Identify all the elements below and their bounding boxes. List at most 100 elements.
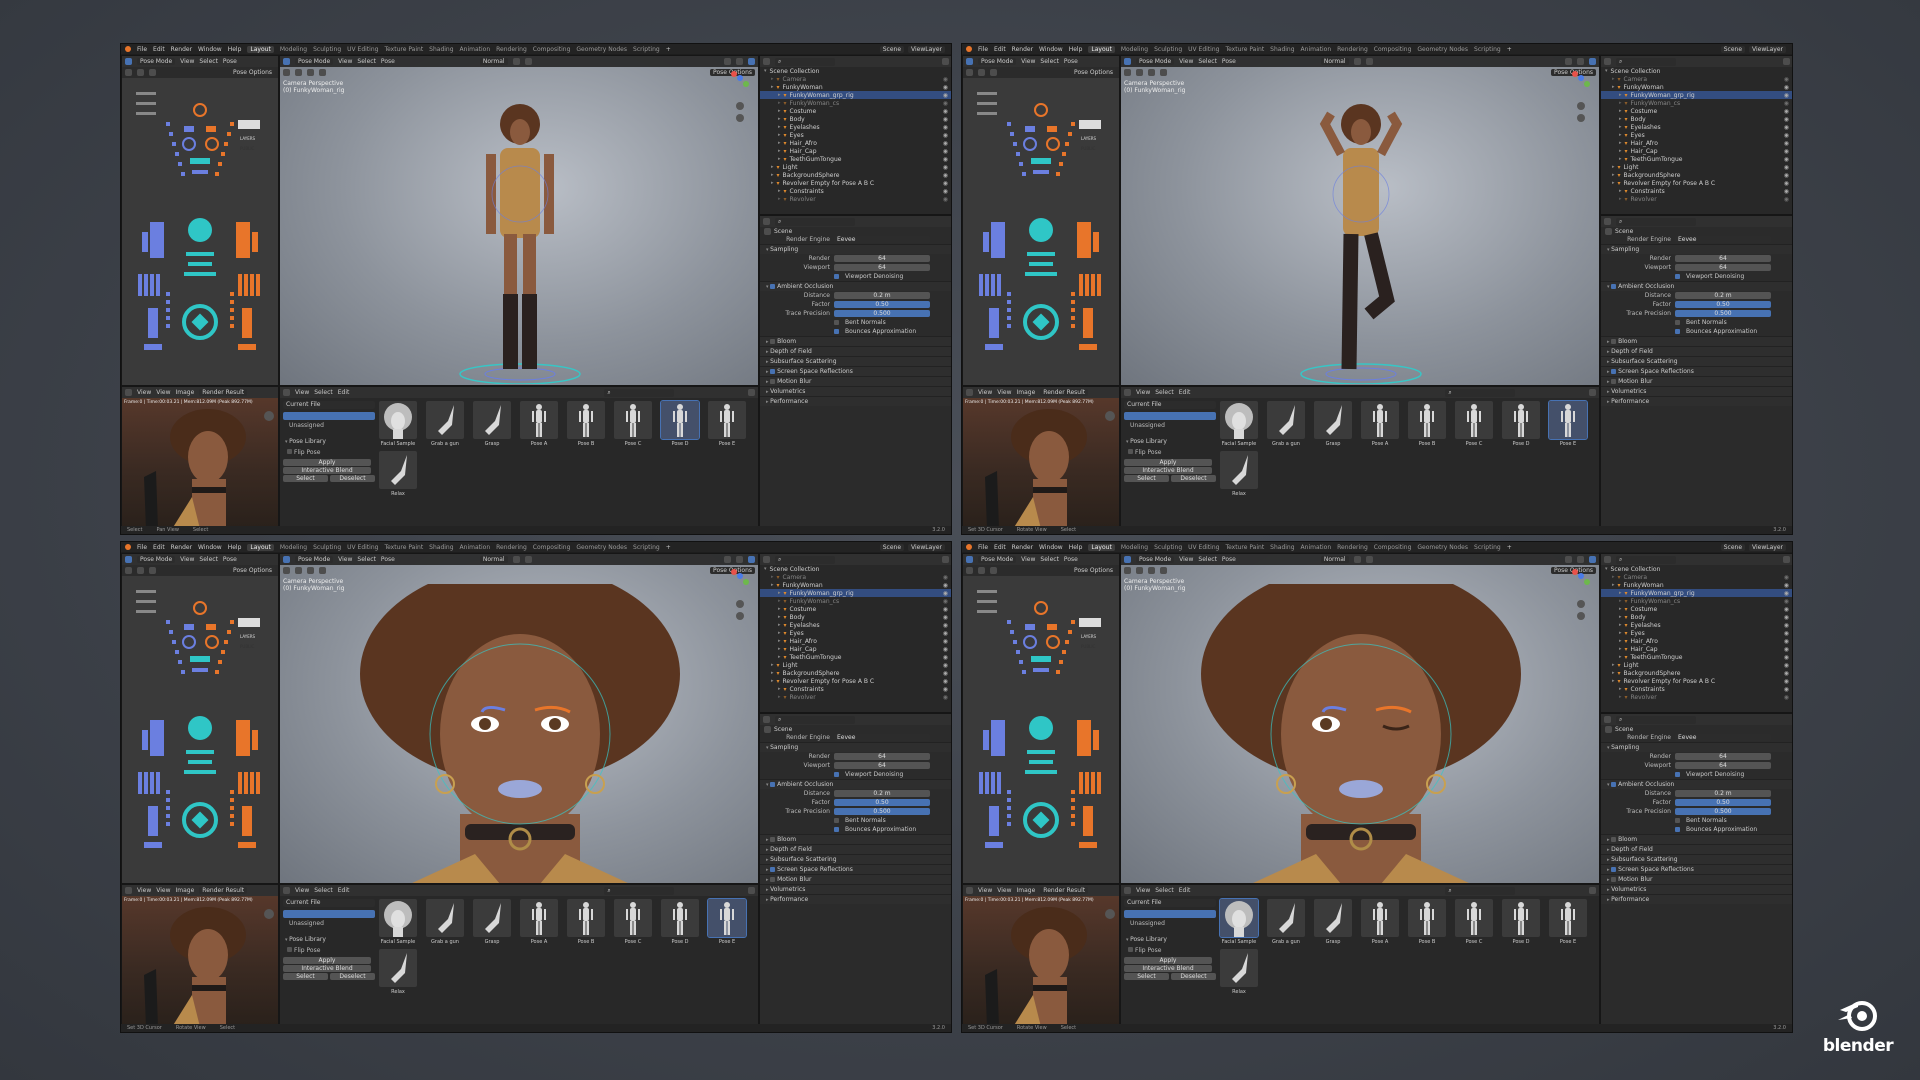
checkbox-checked[interactable] xyxy=(834,329,839,334)
workspace-tab-geometry-nodes[interactable]: Geometry Nodes xyxy=(576,46,627,53)
visibility-eye-icon[interactable]: ◉ xyxy=(943,670,951,677)
panel-header[interactable]: ▸ Motion Blur xyxy=(760,376,951,386)
pose-options-button[interactable]: Pose Options xyxy=(1071,567,1116,574)
checkbox-checked[interactable] xyxy=(1675,772,1680,777)
viewlayer-selector[interactable]: ViewLayer xyxy=(908,543,945,551)
character-model[interactable] xyxy=(1241,84,1481,385)
editor-type-icon[interactable] xyxy=(966,556,973,563)
outliner-item[interactable]: ▸ ▾ BackgroundSphere ◉ xyxy=(1601,171,1792,179)
blender-menu-icon[interactable] xyxy=(966,46,972,52)
asset-thumbnail[interactable]: Facial Sample xyxy=(1219,401,1259,447)
menu-image[interactable]: Image xyxy=(176,887,195,894)
editor-type-icon[interactable] xyxy=(763,716,770,723)
tool-icon[interactable] xyxy=(295,567,302,574)
outliner[interactable]: ⌕ ▾ Scene Collection ▸ ▾ Camera ◉ ▸ ▾ FunkyWoman ◉… xyxy=(759,553,951,713)
apply-button[interactable]: Apply xyxy=(283,957,371,964)
outliner-item[interactable]: ▸ ▾ FunkyWoman_cs ◉ xyxy=(760,99,951,107)
outliner-item[interactable]: ▸ ▾ Light ◉ xyxy=(760,661,951,669)
asset-thumbnail[interactable]: Pose A xyxy=(1360,401,1400,447)
flip-pose-row[interactable]: Flip Pose xyxy=(1124,449,1216,456)
deselect-button[interactable]: Deselect xyxy=(330,475,375,482)
outliner-item[interactable]: ▸ ▾ FunkyWoman_grp_rig ◉ xyxy=(760,91,951,99)
viewlayer-selector[interactable]: ViewLayer xyxy=(1749,45,1786,53)
blender-menu-icon[interactable] xyxy=(125,544,131,550)
tool-icon[interactable] xyxy=(1136,567,1143,574)
properties-search[interactable]: ⌕ xyxy=(1616,715,1696,724)
menu-view[interactable]: View xyxy=(156,389,170,396)
asset-search[interactable]: ⌕ xyxy=(1445,388,1516,397)
menu-select[interactable]: Select xyxy=(314,887,333,894)
sampling-panel-header[interactable]: ▾ Sampling xyxy=(760,742,951,752)
workspace-tab-rendering[interactable]: Rendering xyxy=(1337,544,1368,551)
properties-editor[interactable]: ⌕ Scene Render Engine Eevee ▾ Sampling Render… xyxy=(759,713,951,1026)
outliner-item[interactable]: ▸ ▾ Costume ◉ xyxy=(760,107,951,115)
workspace-tab-layout[interactable]: Layout xyxy=(247,543,274,551)
outliner-item[interactable]: ▸ ▾ Eyes ◉ xyxy=(760,629,951,637)
visibility-eye-icon[interactable]: ◉ xyxy=(1784,100,1792,107)
workspace-tab-animation[interactable]: Animation xyxy=(1301,46,1332,53)
editor-type-icon[interactable] xyxy=(125,887,132,894)
outliner-item[interactable]: ▸ ▾ BackgroundSphere ◉ xyxy=(760,669,951,677)
navigation-gizmo[interactable] xyxy=(1569,68,1593,122)
outliner-item[interactable]: ▸ ▾ Light ◉ xyxy=(1601,661,1792,669)
distance-field[interactable]: 0.2 m xyxy=(1675,292,1771,299)
menu-view[interactable]: View xyxy=(997,389,1011,396)
bent-normals-row[interactable]: Bent Normals xyxy=(760,318,951,327)
visibility-eye-icon[interactable]: ◉ xyxy=(943,582,951,589)
menu-pose[interactable]: Pose xyxy=(381,556,395,563)
select-button[interactable]: Select xyxy=(1124,475,1169,482)
outliner-item[interactable]: ▸ ▾ TeethGumTongue ◉ xyxy=(1601,155,1792,163)
panel-header[interactable]: ▸ Depth of Field xyxy=(760,346,951,356)
panel-header[interactable]: ▸ Bloom xyxy=(1601,834,1792,844)
visibility-eye-icon[interactable]: ◉ xyxy=(943,156,951,163)
menu-view[interactable]: View xyxy=(295,389,309,396)
outliner-item[interactable]: ▸ ▾ Costume ◉ xyxy=(760,605,951,613)
workspace-tab-rendering[interactable]: Rendering xyxy=(496,544,527,551)
outliner-item[interactable]: ▸ ▾ FunkyWoman_grp_rig ◉ xyxy=(760,589,951,597)
outliner-root[interactable]: ▾ Scene Collection xyxy=(760,565,951,573)
deselect-button[interactable]: Deselect xyxy=(1171,475,1216,482)
menu-view[interactable]: View xyxy=(137,887,151,894)
menu-edit[interactable]: Edit xyxy=(994,544,1006,551)
hand-tool-icon[interactable] xyxy=(264,411,274,421)
visibility-eye-icon[interactable]: ◉ xyxy=(1784,140,1792,147)
panel-enable-checkbox[interactable] xyxy=(770,877,776,882)
visibility-eye-icon[interactable]: ◉ xyxy=(1784,582,1792,589)
checkbox-unchecked[interactable] xyxy=(834,818,839,823)
visibility-eye-icon[interactable]: ◉ xyxy=(943,76,951,83)
menu-window[interactable]: Window xyxy=(198,544,222,551)
menu-view[interactable]: View xyxy=(156,887,170,894)
visibility-eye-icon[interactable]: ◉ xyxy=(943,606,951,613)
workspace-tab-compositing[interactable]: Compositing xyxy=(533,46,571,53)
ambient-occlusion-panel-header[interactable]: ▾ Ambient Occlusion xyxy=(760,779,951,789)
tool-icon[interactable] xyxy=(125,567,132,574)
editor-type-icon[interactable] xyxy=(966,58,973,65)
visibility-eye-icon[interactable]: ◉ xyxy=(1784,630,1792,637)
3d-viewport[interactable]: Pose Mode View Select Pose Normal Pose Option… xyxy=(1120,553,1600,884)
outliner-root[interactable]: ▾ Scene Collection xyxy=(1601,67,1792,75)
menu-pose[interactable]: Pose xyxy=(223,556,237,563)
render-slot-dropdown[interactable]: Render Result xyxy=(199,389,248,396)
outliner-item[interactable]: ▸ ▾ Camera ◉ xyxy=(760,573,951,581)
overlay-icon[interactable] xyxy=(1565,58,1572,65)
workspace-tab-geometry-nodes[interactable]: Geometry Nodes xyxy=(1417,544,1468,551)
outliner-item[interactable]: ▸ ▾ FunkyWoman ◉ xyxy=(1601,581,1792,589)
mode-selector[interactable]: Pose Mode xyxy=(295,58,334,65)
outliner-item[interactable]: ▸ ▾ Hair_Afro ◉ xyxy=(760,139,951,147)
3d-viewport[interactable]: Pose Mode View Select Pose Normal Pose Option… xyxy=(279,55,759,386)
panel-enable-checkbox[interactable] xyxy=(1611,837,1617,842)
panel-header[interactable]: ▸ Bloom xyxy=(1601,336,1792,346)
render-samples-field[interactable]: 64 xyxy=(834,255,930,262)
panel-enable-checkbox[interactable] xyxy=(1611,369,1617,374)
viewlayer-selector[interactable]: ViewLayer xyxy=(1749,543,1786,551)
viewport-denoising-row[interactable]: Viewport Denoising xyxy=(1601,272,1792,281)
outliner-item[interactable]: ▸ ▾ Eyes ◉ xyxy=(1601,629,1792,637)
tool-icon[interactable] xyxy=(1160,69,1167,76)
catalog-all[interactable] xyxy=(1124,910,1216,918)
visibility-eye-icon[interactable]: ◉ xyxy=(1784,670,1792,677)
shading-rendered-icon[interactable] xyxy=(1589,556,1596,563)
checkbox-checked[interactable] xyxy=(834,827,839,832)
panel-header[interactable]: ▸ Screen Space Reflections xyxy=(760,366,951,376)
mode-selector[interactable]: Pose Mode xyxy=(137,556,176,563)
workspace-tab-sculpting[interactable]: Sculpting xyxy=(313,544,341,551)
